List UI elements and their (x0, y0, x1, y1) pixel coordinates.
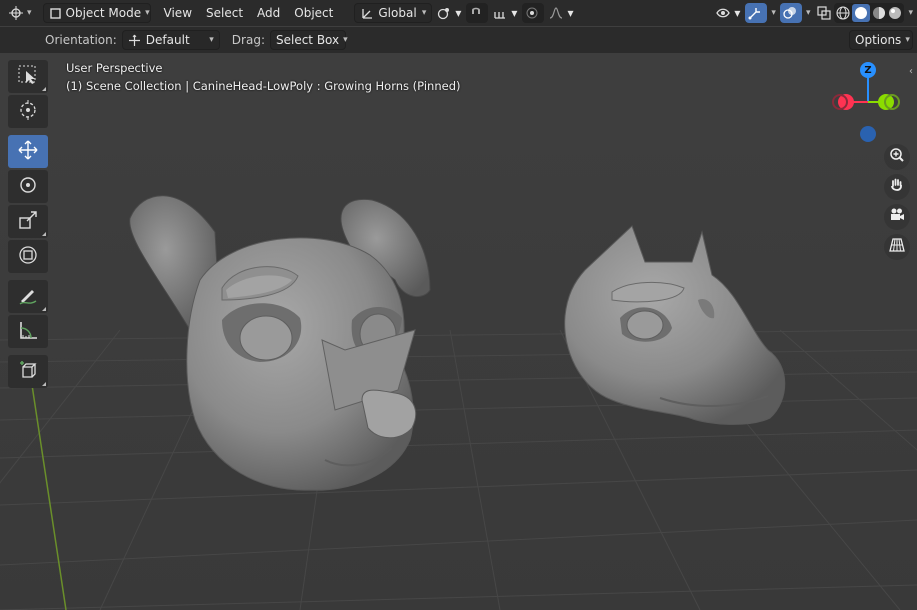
chevron-down-icon[interactable]: ▾ (908, 8, 913, 18)
orientation-label: Global (378, 6, 417, 20)
select-box-tool[interactable] (8, 60, 48, 93)
menu-view[interactable]: View (157, 6, 199, 20)
tool-settings-bar: Orientation: Default ▾ Drag: Select Box … (0, 27, 917, 53)
measure-tool[interactable] (8, 315, 48, 348)
chevron-down-icon: ▾ (511, 6, 518, 20)
tool-variant-marker (42, 382, 46, 386)
zoom-icon (889, 147, 905, 167)
snap-element-button[interactable]: ▾ (488, 3, 522, 23)
perspective-label: User Perspective (66, 61, 163, 75)
orientation-value: Default (145, 33, 190, 47)
tool-variant-marker (42, 307, 46, 311)
hand-icon (889, 177, 905, 197)
solid-shading-icon[interactable] (852, 4, 871, 22)
falloff-curve-icon (549, 6, 563, 20)
drag-dropdown[interactable]: Select Box ▾ (269, 30, 348, 50)
gizmo-neg-x-axis[interactable] (832, 94, 848, 110)
measure-icon (17, 319, 39, 344)
sidebar-toggle-icon[interactable]: ‹ (909, 66, 913, 77)
eye-icon (716, 6, 731, 20)
chevron-down-icon: ▾ (421, 8, 427, 18)
viewport-header: ▾ Object Mode ▾ View Select Add Object G… (0, 0, 917, 26)
rendered-shading-icon[interactable] (888, 6, 902, 20)
menu-add[interactable]: Add (250, 6, 287, 20)
annotate-tool[interactable] (8, 280, 48, 313)
move-icon (17, 139, 39, 164)
drag-field-label: Drag: (231, 33, 265, 47)
tool-variant-marker (42, 87, 46, 91)
chevron-down-icon[interactable]: ▾ (806, 8, 811, 18)
menu-select[interactable]: Select (199, 6, 250, 20)
snap-toggle[interactable] (466, 3, 489, 23)
options-dropdown[interactable]: Options ▾ (849, 30, 913, 50)
gizmo-icon (748, 6, 762, 20)
pivot-point-button[interactable]: ▾ (432, 3, 466, 23)
add-cube-icon (17, 359, 39, 384)
orientation-default-icon (128, 33, 142, 47)
visibility-button[interactable]: ▾ (711, 3, 745, 23)
transform-icon (17, 244, 39, 269)
chevron-down-icon: ▾ (145, 8, 150, 18)
shading-modes (834, 3, 905, 23)
chevron-down-icon: ▾ (455, 6, 462, 20)
navigation-gizmo[interactable]: Z (828, 60, 908, 145)
chevron-down-icon: ▾ (209, 35, 214, 45)
menu-object[interactable]: Object (287, 6, 340, 20)
object-mode-icon (49, 6, 62, 20)
chevron-down-icon: ▾ (343, 35, 348, 45)
cursor-icon (17, 99, 39, 124)
rotate-icon (17, 174, 39, 199)
proportional-editing-icon (525, 6, 539, 20)
camera-icon (889, 207, 905, 227)
camera-view-button[interactable] (884, 204, 910, 230)
snap-increment-icon (493, 6, 507, 20)
proportional-falloff-button[interactable]: ▾ (544, 3, 578, 23)
cursor-tool[interactable] (8, 95, 48, 128)
scale-icon (17, 209, 39, 234)
overlays-toggle[interactable] (779, 3, 802, 23)
chevron-down-icon: ▾ (567, 6, 574, 20)
orientation-dropdown[interactable]: Default ▾ (121, 30, 220, 50)
overlays-icon (783, 6, 797, 20)
proportional-editing-toggle[interactable] (522, 3, 545, 23)
zoom-button[interactable] (884, 144, 910, 170)
chevron-down-icon: ▾ (27, 8, 32, 18)
material-shading-icon[interactable] (872, 6, 886, 20)
move-tool[interactable] (8, 135, 48, 168)
pan-button[interactable] (884, 174, 910, 200)
rotate-tool[interactable] (8, 170, 48, 203)
gizmo-toggle[interactable] (745, 3, 768, 23)
mode-dropdown[interactable]: Object Mode ▾ (42, 3, 151, 23)
mode-label: Object Mode (65, 6, 142, 20)
editor-type-button[interactable]: ▾ (4, 3, 37, 23)
tool-variant-marker (42, 232, 46, 236)
snap-icon (469, 6, 483, 20)
wireframe-shading-icon[interactable] (836, 6, 851, 20)
options-label: Options (855, 33, 902, 47)
chevron-down-icon[interactable]: ▾ (771, 8, 776, 18)
gizmo-neg-y-axis[interactable] (884, 94, 900, 110)
orientation-icon (360, 6, 374, 20)
chevron-down-icon: ▾ (734, 6, 741, 20)
drag-value: Select Box (275, 33, 340, 47)
gizmo-z-axis[interactable]: Z (860, 62, 876, 78)
add-cube-tool[interactable] (8, 355, 48, 388)
transform-tool[interactable] (8, 240, 48, 273)
transform-orientation-dropdown[interactable]: Global ▾ (354, 3, 433, 23)
orientation-field-label: Orientation: (45, 33, 117, 47)
chevron-down-icon: ▾ (905, 35, 910, 45)
xray-icon (817, 6, 832, 20)
grid-perspective-icon (889, 237, 905, 257)
pivot-point-icon (437, 6, 451, 20)
scale-tool[interactable] (8, 205, 48, 238)
perspective-toggle-button[interactable] (884, 234, 910, 260)
gizmo-neg-z-axis[interactable] (860, 126, 876, 142)
select-box-icon (17, 64, 39, 89)
xray-toggle[interactable] (814, 3, 834, 23)
annotate-icon (17, 284, 39, 309)
3d-viewport-icon (9, 6, 23, 20)
collection-label: (1) Scene Collection | CanineHead-LowPol… (66, 79, 461, 93)
